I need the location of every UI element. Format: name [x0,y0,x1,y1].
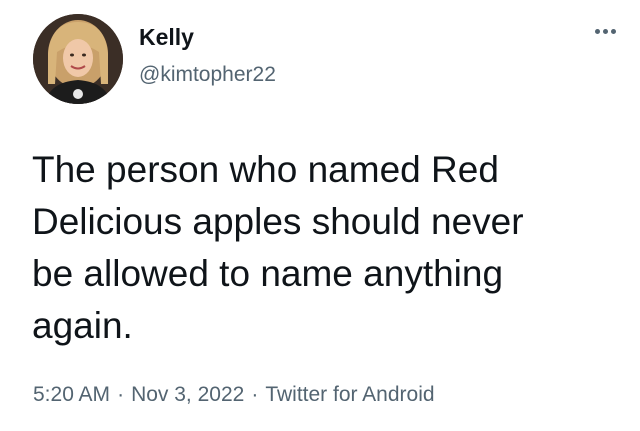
tweet-metadata: 5:20 AM · Nov 3, 2022 · Twitter for Android [33,382,435,408]
meta-separator: · [117,383,125,406]
avatar[interactable] [33,14,123,104]
more-dot [594,28,600,34]
author-display-name[interactable]: Kelly [139,23,194,51]
more-dot [602,28,608,34]
more-options-button[interactable] [588,20,622,42]
tweet-date[interactable]: Nov 3, 2022 [131,383,244,406]
tweet-text: The person who named Red Delicious apple… [32,149,524,346]
tweet-card: Kelly @kimtopher22 The person who named … [0,0,640,431]
more-dot [610,28,616,34]
meta-separator: · [251,383,259,406]
profile-photo-icon [33,14,123,104]
tweet-time[interactable]: 5:20 AM [33,383,110,406]
author-handle[interactable]: @kimtopher22 [139,62,276,88]
tweet-source[interactable]: Twitter for Android [265,383,434,406]
